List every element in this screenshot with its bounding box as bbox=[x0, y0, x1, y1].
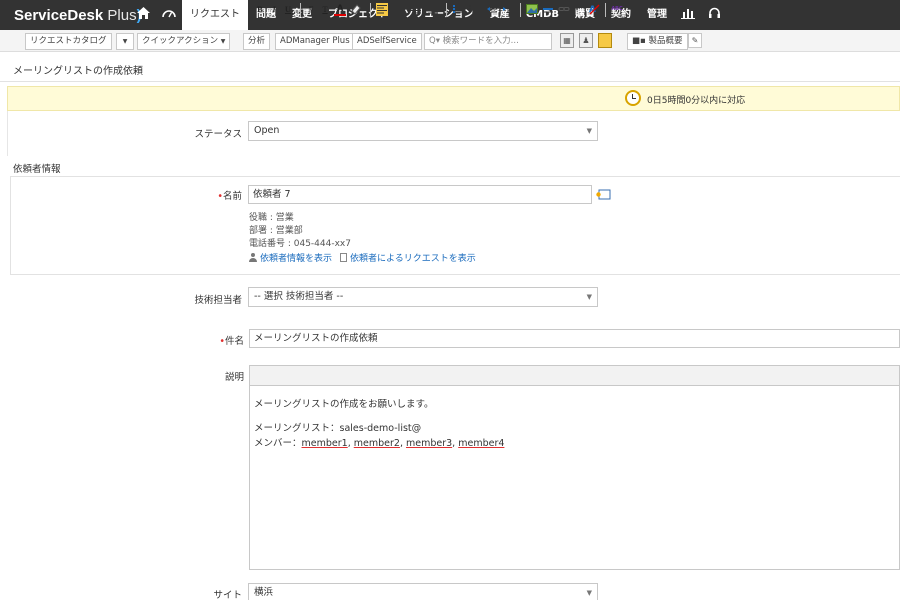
chevron-down-icon: ▼ bbox=[586, 589, 592, 597]
quick-action-label: クイックアクション bbox=[142, 36, 219, 46]
support-icon[interactable] bbox=[701, 7, 727, 23]
subject-label-text: 件名 bbox=[224, 336, 244, 347]
divider bbox=[300, 3, 301, 17]
horizontal-rule-icon[interactable] bbox=[542, 3, 554, 16]
catalog-dropdown-icon[interactable]: ▼ bbox=[116, 33, 134, 50]
pencil-icon[interactable]: ✎ bbox=[688, 33, 702, 48]
member-name: member4 bbox=[458, 438, 505, 449]
italic-button[interactable]: I bbox=[269, 3, 279, 16]
underline-button[interactable]: U bbox=[283, 3, 293, 16]
numbered-list-icon[interactable] bbox=[452, 3, 464, 16]
bullet-list-icon[interactable] bbox=[468, 3, 480, 16]
font-family-button[interactable]: Ƒ bbox=[306, 3, 316, 16]
contact-card-icon[interactable] bbox=[596, 189, 611, 200]
reports-icon[interactable] bbox=[675, 7, 701, 23]
top-nav: ServiceDesk Plus) リクエスト 問題 変更 プロジェクト ソリュ… bbox=[0, 0, 900, 30]
divider bbox=[7, 111, 8, 156]
technician-select[interactable]: -- 選択 技術担当者 -- ▼ bbox=[248, 287, 598, 307]
align-justify-icon[interactable] bbox=[427, 3, 439, 16]
adselfservice-button[interactable]: ADSelfService bbox=[352, 33, 422, 50]
search-input[interactable]: Q▾ 検索ワードを入力... bbox=[424, 33, 552, 50]
align-right-icon[interactable] bbox=[410, 3, 422, 16]
secondary-toolbar: リクエストカタログ ▼ クイックアクション ▼ 分析 ADManager Plu… bbox=[0, 30, 900, 52]
divider bbox=[0, 81, 900, 82]
description-editor[interactable] bbox=[249, 386, 900, 570]
technician-value: -- 選択 技術担当者 -- bbox=[254, 291, 344, 302]
status-label: ステータス bbox=[194, 129, 242, 140]
analysis-button[interactable]: 分析 bbox=[243, 33, 271, 50]
admanager-button[interactable]: ADManager Plus bbox=[275, 33, 355, 50]
font-color-button[interactable]: A bbox=[334, 3, 346, 16]
highlight-icon[interactable] bbox=[350, 3, 362, 16]
document-icon bbox=[340, 253, 348, 262]
sla-text: 0日5時間0分以内に対応 bbox=[647, 96, 746, 106]
bell-icon[interactable]: ♟ bbox=[579, 33, 593, 48]
page-title: メーリングリストの作成依頼 bbox=[13, 66, 143, 77]
bold-button[interactable]: B bbox=[255, 3, 265, 16]
chevron-down-icon: ▼ bbox=[586, 127, 592, 135]
requester-phone: 電話番号 : 045-444-xx7 bbox=[249, 239, 351, 249]
requester-job-title: 役職 : 営業 bbox=[249, 213, 294, 223]
spellcheck-button[interactable]: ABC bbox=[610, 3, 624, 16]
align-center-icon[interactable] bbox=[393, 3, 405, 16]
site-select[interactable]: 横浜 ▼ bbox=[248, 583, 598, 600]
member-name: member2 bbox=[353, 438, 400, 449]
description-label: 説明 bbox=[224, 372, 244, 383]
divider bbox=[370, 3, 371, 17]
members-prefix: メンバー： bbox=[254, 438, 302, 449]
subject-label: •件名 bbox=[190, 333, 244, 347]
divider bbox=[446, 3, 447, 17]
technician-label: 技術担当者 bbox=[194, 295, 242, 306]
description-line-3: メンバー：member1, member2, member3, member4 bbox=[254, 435, 504, 449]
person-icon bbox=[249, 253, 257, 262]
outdent-icon[interactable] bbox=[486, 3, 498, 16]
sla-banner bbox=[7, 86, 900, 111]
name-label-text: 名前 bbox=[222, 191, 242, 202]
dashboard-icon[interactable] bbox=[156, 7, 182, 23]
site-value: 横浜 bbox=[254, 587, 274, 598]
chevron-down-icon[interactable]: ▾ bbox=[573, 3, 581, 16]
product-overview-button[interactable]: ■▪ 製品概要 bbox=[627, 33, 688, 50]
requester-links: 依頼者情報を表示 依頼者によるリクエストを表示 bbox=[249, 251, 476, 264]
app-logo[interactable]: ServiceDesk Plus) bbox=[0, 6, 142, 24]
status-value: Open bbox=[254, 125, 280, 136]
logo-main-text: ServiceDesk bbox=[14, 6, 104, 24]
home-icon[interactable] bbox=[130, 7, 156, 23]
requester-section-heading: 依頼者情報 bbox=[13, 164, 61, 175]
nav-requests[interactable]: リクエスト bbox=[182, 0, 248, 30]
name-label: •名前 bbox=[190, 188, 242, 202]
member-name: member1 bbox=[301, 438, 348, 449]
quick-action-button[interactable]: クイックアクション ▼ bbox=[137, 33, 231, 50]
insert-link-icon[interactable] bbox=[558, 3, 570, 16]
divider bbox=[605, 3, 606, 17]
calendar-icon[interactable]: ▦ bbox=[560, 33, 574, 48]
requester-name-input[interactable]: 依頼者 7 bbox=[248, 185, 592, 204]
divider bbox=[520, 3, 521, 17]
align-left-icon[interactable] bbox=[376, 3, 388, 16]
site-label: サイト bbox=[213, 590, 242, 600]
font-size-button[interactable]: T bbox=[319, 3, 331, 16]
insert-image-icon[interactable] bbox=[526, 3, 538, 16]
quick-action-arrow-icon: ▼ bbox=[220, 38, 226, 45]
subject-input[interactable]: メーリングリストの作成依頼 bbox=[249, 329, 900, 348]
member-name: member3 bbox=[405, 438, 453, 449]
description-line-1: メーリングリストの作成をお願いします。 bbox=[254, 399, 434, 410]
editor-toolbar bbox=[249, 365, 900, 386]
request-catalog-button[interactable]: リクエストカタログ bbox=[25, 33, 112, 50]
clock-icon bbox=[625, 90, 641, 106]
indent-icon[interactable] bbox=[502, 3, 514, 16]
nav-admin[interactable]: 管理 bbox=[639, 0, 675, 30]
remove-format-icon[interactable]: A bbox=[588, 3, 600, 16]
view-requester-requests-link[interactable]: 依頼者によるリクエストを表示 bbox=[350, 254, 476, 264]
status-select[interactable]: Open ▼ bbox=[248, 121, 598, 141]
chevron-down-icon: ▼ bbox=[586, 293, 592, 301]
notes-icon[interactable] bbox=[598, 33, 612, 48]
description-line-2: メーリングリスト：sales-demo-list@ bbox=[254, 423, 422, 434]
requester-department: 部署 : 営業部 bbox=[249, 226, 303, 236]
view-requester-info-link[interactable]: 依頼者情報を表示 bbox=[260, 254, 332, 264]
